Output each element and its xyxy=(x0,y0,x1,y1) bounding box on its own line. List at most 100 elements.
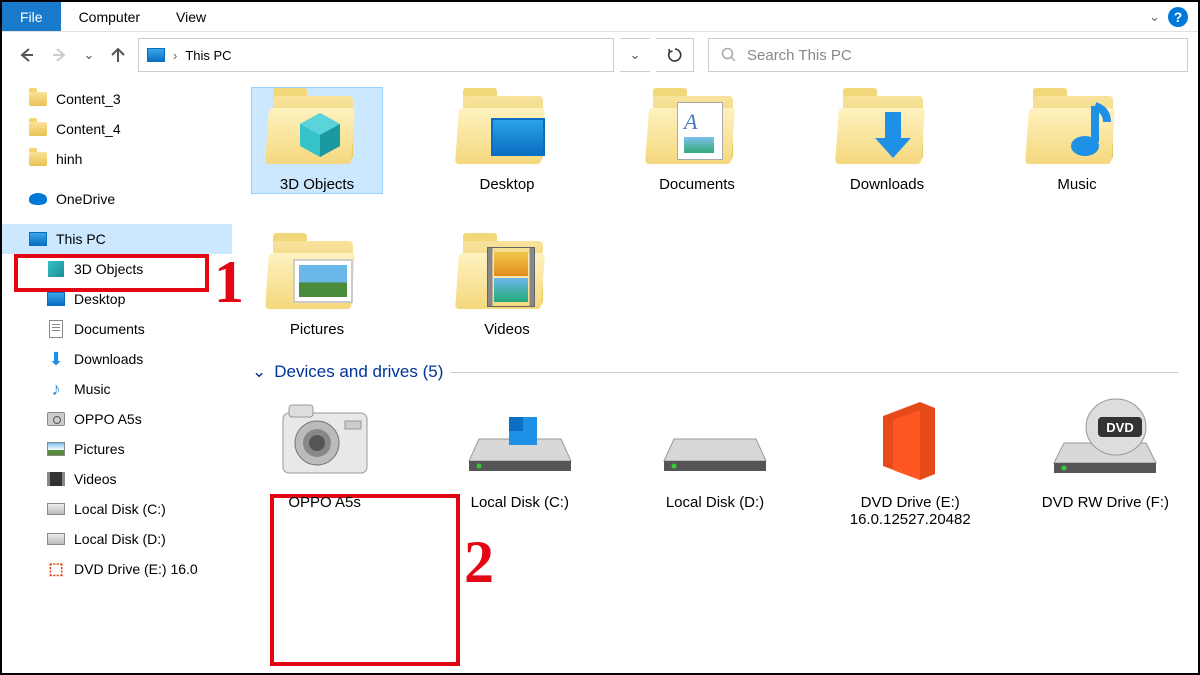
help-icon[interactable]: ? xyxy=(1168,7,1188,27)
folder-tile-3d-objects[interactable]: 3D Objects xyxy=(252,88,382,193)
sidebar-item-label: Content_4 xyxy=(56,121,121,137)
sidebar-item-downloads[interactable]: ⬇ Downloads xyxy=(2,344,232,374)
breadcrumb-separator-icon: › xyxy=(173,48,177,63)
sidebar-item-onedrive[interactable]: OneDrive xyxy=(2,184,232,214)
drive-tile-oppo-a5s[interactable]: OPPO A5s xyxy=(252,396,397,528)
address-dropdown-button[interactable]: ⌄ xyxy=(620,38,650,72)
sidebar-item-label: 3D Objects xyxy=(74,261,143,277)
folder-large-icon xyxy=(457,233,557,313)
folder-label: Desktop xyxy=(479,176,534,193)
sidebar-item-3d-objects[interactable]: 3D Objects xyxy=(2,254,232,284)
chevron-down-icon: ⌄ xyxy=(252,362,266,382)
sidebar-item-local-disk-d[interactable]: Local Disk (D:) xyxy=(2,524,232,554)
disk-icon xyxy=(47,503,65,515)
menu-view[interactable]: View xyxy=(158,2,224,31)
drive-label: Local Disk (C:) xyxy=(471,494,569,511)
sidebar-item-videos[interactable]: Videos xyxy=(2,464,232,494)
dvd-drive-icon: DVD xyxy=(1050,396,1160,486)
download-icon: ⬇ xyxy=(46,350,66,368)
refresh-icon xyxy=(666,46,684,64)
folder-tile-pictures[interactable]: Pictures xyxy=(252,233,382,338)
folder-label: Documents xyxy=(659,176,735,193)
sidebar-item-label: Downloads xyxy=(74,351,143,367)
menu-file[interactable]: File xyxy=(2,2,61,31)
ribbon-collapse-icon[interactable]: ⌄ xyxy=(1149,9,1160,25)
disk-icon xyxy=(660,396,770,486)
nav-back-button[interactable] xyxy=(12,41,40,69)
sidebar-item-label: OneDrive xyxy=(56,191,115,207)
folder-label: Videos xyxy=(484,321,530,338)
monitor-icon xyxy=(491,118,545,156)
cloud-icon xyxy=(29,193,47,205)
folder-icon xyxy=(29,152,47,166)
folder-tile-downloads[interactable]: Downloads xyxy=(822,88,952,193)
document-icon xyxy=(49,320,63,338)
menu-computer[interactable]: Computer xyxy=(61,2,158,31)
navbar: ⌄ › This PC ⌄ Search This PC xyxy=(2,32,1198,78)
sidebar-item-oppo-a5s[interactable]: OPPO A5s xyxy=(2,404,232,434)
search-input[interactable]: Search This PC xyxy=(708,38,1188,72)
folder-tile-music[interactable]: Music xyxy=(1012,88,1142,193)
divider xyxy=(451,372,1178,373)
sidebar-item-content-3[interactable]: Content_3 xyxy=(2,84,232,114)
search-icon xyxy=(721,47,737,63)
folder-large-icon xyxy=(267,233,367,313)
arrow-left-icon xyxy=(16,45,36,65)
music-icon: ♪ xyxy=(46,380,66,398)
nav-up-button[interactable] xyxy=(104,41,132,69)
camera-device-icon xyxy=(270,396,380,486)
sidebar-item-music[interactable]: ♪Music xyxy=(2,374,232,404)
drive-tile-dvd-drive-e[interactable]: DVD Drive (E:) 16.0.12527.20482 xyxy=(838,396,983,528)
sidebar-item-content-4[interactable]: Content_4 xyxy=(2,114,232,144)
disk-icon xyxy=(465,396,575,486)
refresh-button[interactable] xyxy=(656,38,694,72)
sidebar-item-documents[interactable]: Documents xyxy=(2,314,232,344)
sidebar-item-pictures[interactable]: Pictures xyxy=(2,434,232,464)
monitor-icon xyxy=(29,232,47,246)
sidebar-item-hinh[interactable]: hinh xyxy=(2,144,232,174)
sidebar-tree[interactable]: Content_3 Content_4 hinh OneDrive This P… xyxy=(2,78,232,673)
folder-label: Music xyxy=(1057,176,1096,193)
section-title: Devices and drives (5) xyxy=(274,362,443,382)
picture-icon xyxy=(47,442,65,456)
monitor-icon xyxy=(47,292,65,306)
document-icon: A xyxy=(677,102,723,160)
drives-grid: OPPO A5s Local Disk (C:) Local Disk (D:)… xyxy=(252,396,1178,528)
monitor-icon xyxy=(147,48,165,62)
address-bar[interactable]: › This PC xyxy=(138,38,614,72)
sidebar-item-label: hinh xyxy=(56,151,82,167)
drive-label: OPPO A5s xyxy=(288,494,361,511)
search-placeholder: Search This PC xyxy=(747,47,852,64)
folder-label: Downloads xyxy=(850,176,924,193)
download-icon xyxy=(865,106,921,162)
video-icon xyxy=(47,472,65,486)
drive-label: Local Disk (D:) xyxy=(666,494,764,511)
folder-tile-documents[interactable]: A Documents xyxy=(632,88,762,193)
drive-tile-local-disk-c[interactable]: Local Disk (C:) xyxy=(447,396,592,528)
drive-tile-local-disk-d[interactable]: Local Disk (D:) xyxy=(642,396,787,528)
folders-grid: 3D Objects Desktop A Documents xyxy=(252,88,1178,338)
sidebar-item-desktop[interactable]: Desktop xyxy=(2,284,232,314)
folder-tile-desktop[interactable]: Desktop xyxy=(442,88,572,193)
sidebar-item-dvd-drive-e[interactable]: ⬚DVD Drive (E:) 16.0 xyxy=(2,554,232,584)
folder-icon xyxy=(29,92,47,106)
breadcrumb-location[interactable]: This PC xyxy=(185,48,231,63)
sidebar-item-label: Pictures xyxy=(74,441,125,457)
folder-large-icon xyxy=(1027,88,1127,168)
nav-forward-button[interactable] xyxy=(46,41,74,69)
office-icon xyxy=(855,396,965,486)
folder-tile-videos[interactable]: Videos xyxy=(442,233,572,338)
arrow-up-icon xyxy=(108,45,128,65)
folder-label: Pictures xyxy=(290,321,344,338)
sidebar-item-label: Documents xyxy=(74,321,145,337)
nav-recent-button[interactable]: ⌄ xyxy=(80,41,98,69)
sidebar-item-label: Videos xyxy=(74,471,117,487)
sidebar-item-local-disk-c[interactable]: Local Disk (C:) xyxy=(2,494,232,524)
content-pane[interactable]: 3D Objects Desktop A Documents xyxy=(232,78,1198,673)
camera-icon xyxy=(47,412,65,426)
sidebar-item-this-pc[interactable]: This PC xyxy=(2,224,232,254)
folder-large-icon xyxy=(837,88,937,168)
drive-tile-dvd-rw-drive-f[interactable]: DVD DVD RW Drive (F:) xyxy=(1033,396,1178,528)
drive-label: DVD RW Drive (F:) xyxy=(1042,494,1169,511)
section-devices-header[interactable]: ⌄ Devices and drives (5) xyxy=(252,362,1178,382)
